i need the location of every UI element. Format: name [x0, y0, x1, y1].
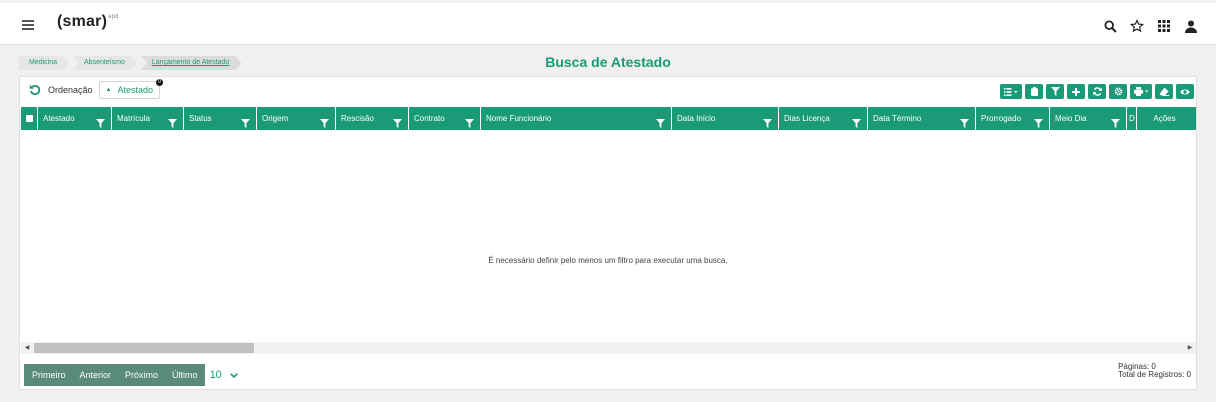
sort-bar: Ordenação ▲ Atestado 0 — [28, 79, 164, 99]
page-size-value: 10 — [209, 369, 222, 381]
first-page-button[interactable]: Primeiro — [24, 364, 73, 386]
record-stats: Páginas: 0 Total de Registros: 0 — [1118, 363, 1191, 379]
filter-icon[interactable] — [1034, 114, 1043, 130]
scroll-right-icon[interactable]: ▶ — [1184, 342, 1196, 354]
column-label: D — [1129, 114, 1135, 123]
column-header-origem[interactable]: Origem — [257, 107, 336, 130]
column-label: Data Término — [873, 114, 922, 123]
column-header-status[interactable]: Status — [184, 107, 257, 130]
column-header-prorrogado[interactable]: Prorrogado — [976, 107, 1050, 130]
search-icon[interactable] — [1101, 18, 1119, 34]
horizontal-scrollbar[interactable]: ◀ ▶ — [21, 342, 1196, 354]
scroll-left-icon[interactable]: ◀ — [21, 342, 33, 354]
column-header-data-termino[interactable]: Data Término — [868, 107, 976, 130]
header-select-all — [21, 107, 38, 130]
filter-icon[interactable] — [1046, 84, 1064, 99]
filter-icon[interactable] — [960, 114, 969, 130]
column-label: Rescisão — [341, 114, 374, 123]
filter-icon[interactable] — [96, 114, 105, 130]
last-page-button[interactable]: Último — [165, 364, 205, 386]
top-bar: (smar)apd — [0, 3, 1216, 45]
column-label: Status — [189, 114, 212, 123]
filter-icon[interactable] — [320, 114, 329, 130]
next-page-button[interactable]: Próximo — [118, 364, 165, 386]
app-logo[interactable]: (smar)apd — [57, 13, 119, 31]
column-label: Atestado — [43, 114, 75, 123]
column-label: Prorrogado — [981, 114, 1022, 123]
plus-icon[interactable] — [1067, 84, 1085, 99]
hamburger-menu-icon[interactable] — [22, 20, 34, 30]
column-label: Nome Funcionário — [486, 114, 552, 123]
column-label: Data Início — [677, 114, 716, 123]
grid-toolbar — [1000, 84, 1194, 99]
filter-icon[interactable] — [241, 114, 250, 130]
logo-sup: apd — [108, 13, 119, 20]
filter-icon[interactable] — [168, 114, 177, 130]
page-title: Busca de Atestado — [545, 54, 671, 70]
total-records: Total de Registros: 0 — [1118, 370, 1191, 379]
sort-label: Ordenação — [48, 85, 93, 95]
previous-page-button[interactable]: Anterior — [73, 364, 119, 386]
sort-chip-badge[interactable]: 0 — [156, 79, 164, 86]
empty-state-message: É necessário definir pelo menos um filtr… — [488, 256, 728, 265]
filter-icon[interactable] — [393, 114, 402, 130]
clipboard-icon[interactable] — [1025, 84, 1043, 99]
column-header-data-inicio[interactable]: Data Início — [672, 107, 779, 130]
column-label: Ações — [1153, 114, 1176, 123]
column-label: Meio Dia — [1055, 114, 1087, 123]
scrollbar-thumb[interactable] — [34, 343, 254, 353]
column-header-acoes: Ações — [1137, 107, 1192, 130]
user-icon[interactable] — [1182, 18, 1200, 34]
results-panel: Ordenação ▲ Atestado 0 Atestado Matrícul… — [19, 76, 1197, 390]
filter-icon[interactable] — [1111, 114, 1120, 130]
column-label: Dias Licença — [784, 114, 830, 123]
column-header-truncated[interactable]: D — [1127, 107, 1137, 130]
select-all-checkbox[interactable] — [26, 115, 33, 122]
gear-icon[interactable] — [1109, 84, 1127, 99]
refresh-icon[interactable] — [1088, 84, 1106, 99]
star-icon[interactable] — [1128, 18, 1146, 34]
column-header-dias-licenca[interactable]: Dias Licença — [779, 107, 868, 130]
sort-ascending-icon: ▲ — [105, 87, 112, 93]
column-header-nome-funcionario[interactable]: Nome Funcionário — [481, 107, 672, 130]
sort-chip-label: Atestado — [117, 85, 154, 95]
list-icon[interactable] — [1000, 84, 1022, 99]
column-header-meio-dia[interactable]: Meio Dia — [1050, 107, 1127, 130]
filter-icon[interactable] — [656, 114, 665, 130]
eraser-icon[interactable] — [1155, 84, 1173, 99]
chevron-down-icon — [230, 369, 238, 381]
column-label: Matrícula — [117, 114, 150, 123]
apps-grid-icon[interactable] — [1155, 18, 1173, 34]
table-header: Atestado Matrícula Status Origem Rescisã… — [21, 107, 1196, 130]
page-size-select[interactable]: 10 — [210, 369, 238, 381]
filter-icon[interactable] — [763, 114, 772, 130]
column-label: Origem — [262, 114, 289, 123]
filter-icon[interactable] — [852, 114, 861, 130]
column-header-contrato[interactable]: Contrato — [409, 107, 481, 130]
eye-icon[interactable] — [1176, 84, 1194, 99]
undo-icon[interactable] — [28, 83, 42, 97]
column-label: Contrato — [414, 114, 445, 123]
filter-icon[interactable] — [465, 114, 474, 130]
column-header-rescisao[interactable]: Rescisão — [336, 107, 409, 130]
column-header-matricula[interactable]: Matrícula — [112, 107, 184, 130]
column-header-atestado[interactable]: Atestado — [38, 107, 112, 130]
sort-chip-atestado[interactable]: ▲ Atestado 0 — [98, 79, 164, 99]
print-icon[interactable] — [1130, 84, 1152, 99]
logo-text: (smar) — [57, 13, 108, 30]
pagination: Primeiro Anterior Próximo Último 10 — [24, 364, 238, 386]
